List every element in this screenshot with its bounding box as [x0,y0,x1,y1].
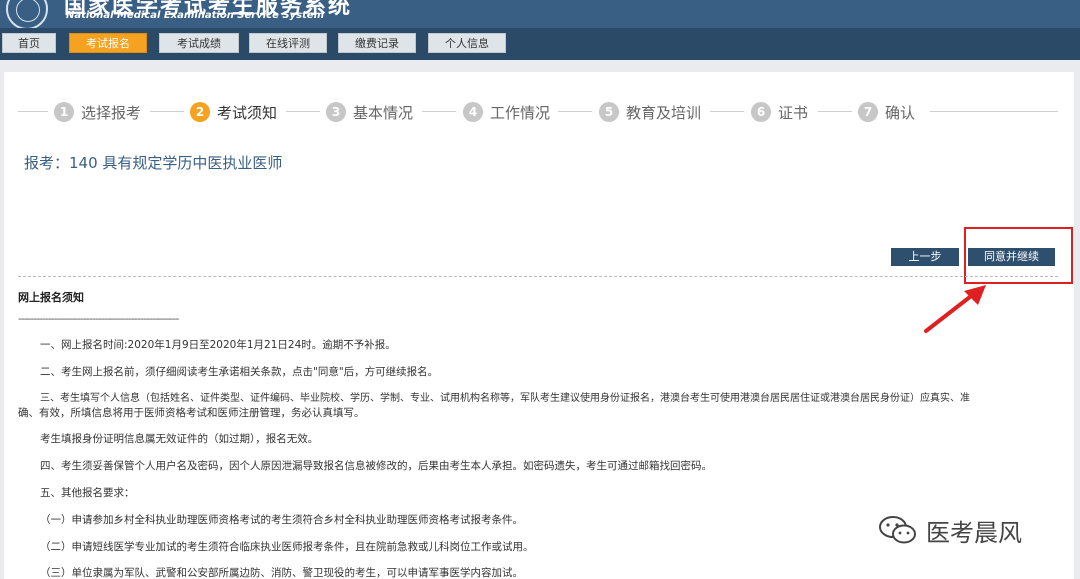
exam-category-title: 报考：140 具有规定学历中医执业医师 [24,154,283,172]
registration-steps: 1 选择报考 2 考试须知 3 基本情况 4 工作情况 5 教育及培训 6 证书… [18,100,1058,124]
notice-separator: ----------------------------------------… [18,312,179,325]
step-number: 2 [190,102,210,122]
nav-exam-registration[interactable]: 考试报名 [69,33,147,53]
nav-exam-scores[interactable]: 考试成绩 [159,33,239,53]
watermark: 医考晨风 [878,512,1058,548]
notice-paragraph: 五、其他报名要求： [40,487,135,499]
step-connector [286,111,320,112]
step-connector [930,111,1058,112]
notice-paragraph: （一）申请参加乡村全科执业助理医师资格考试的考生须符合乡村全科执业助理医师资格考… [40,514,523,526]
step-label: 选择报考 [81,103,142,122]
section-divider [18,276,1058,277]
nav-home[interactable]: 首页 [2,33,56,53]
step-number: 5 [599,102,619,122]
system-title-en: National Medical Examination Service Sys… [66,10,325,21]
step-6: 6 证书 [751,100,808,124]
notice-heading: 网上报名须知 [18,291,84,304]
step-number: 3 [326,102,346,122]
step-connector [18,111,48,112]
step-number: 7 [858,102,878,122]
step-connector [818,111,852,112]
step-7: 7 确认 [858,100,915,124]
step-label: 确认 [885,103,916,122]
step-connector [558,111,592,112]
app-header: 国家医学考试考生服务系统 National Medical Examinatio… [0,0,1080,28]
notice-paragraph: 考生填报身份证明信息属无效证件的（如过期），报名无效。 [40,433,319,445]
nav-payment-records[interactable]: 缴费记录 [338,33,416,53]
step-label: 证书 [778,103,809,122]
wechat-icon [879,516,916,544]
step-connector [422,111,456,112]
step-4: 4 工作情况 [463,100,550,124]
nav-personal-info[interactable]: 个人信息 [428,33,506,53]
watermark-text: 医考晨风 [926,518,1022,547]
prev-step-button[interactable]: 上一步 [891,248,959,266]
step-number: 4 [463,102,483,122]
notice-paragraph: 二、考生网上报名前，须仔细阅读考生承诺相关条款，点击"同意"后，方可继续报名。 [40,366,439,378]
notice-paragraph: 四、考生须妥善保管个人用户名及密码，因个人原因泄漏导致报名信息被修改的，后果由考… [40,460,712,472]
step-label: 教育及培训 [626,103,702,122]
step-label: 基本情况 [353,103,414,122]
red-arrow-icon [924,285,986,333]
step-connector [710,111,744,112]
step-number: 1 [54,102,74,122]
step-label: 考试须知 [217,103,278,122]
notice-paragraph: （二）申请短线医学专业加试的考生须符合临床执业医师报考条件，且在院前急救或儿科岗… [40,541,534,553]
emblem-logo-icon [6,0,48,28]
step-5: 5 教育及培训 [599,100,701,124]
step-label: 工作情况 [490,103,551,122]
nav-online-assessment[interactable]: 在线评测 [249,33,327,53]
step-1: 1 选择报考 [54,100,141,124]
content-panel [4,72,1074,579]
notice-paragraph: 一、网上报名时间:2020年1月9日至2020年1月21日24时。逾期不予补报。 [40,339,396,351]
step-2: 2 考试须知 [190,100,277,124]
notice-paragraph: （三）单位隶属为军队、武警和公安部所属边防、消防、警卫现役的考生，可以申请军事医… [40,567,523,579]
notice-paragraph: 确、有效，所填信息将用于医师资格考试和医师注册管理，务必认真填写。 [18,407,365,419]
notice-paragraph: 三、考生填写个人信息（包括姓名、证件类型、证件编码、毕业院校、学历、学制、专业、… [40,393,970,404]
main-nav: 首页 考试报名 考试成绩 在线评测 缴费记录 个人信息 [0,28,1080,60]
step-number: 6 [751,102,771,122]
step-connector [150,111,184,112]
step-3: 3 基本情况 [326,100,413,124]
